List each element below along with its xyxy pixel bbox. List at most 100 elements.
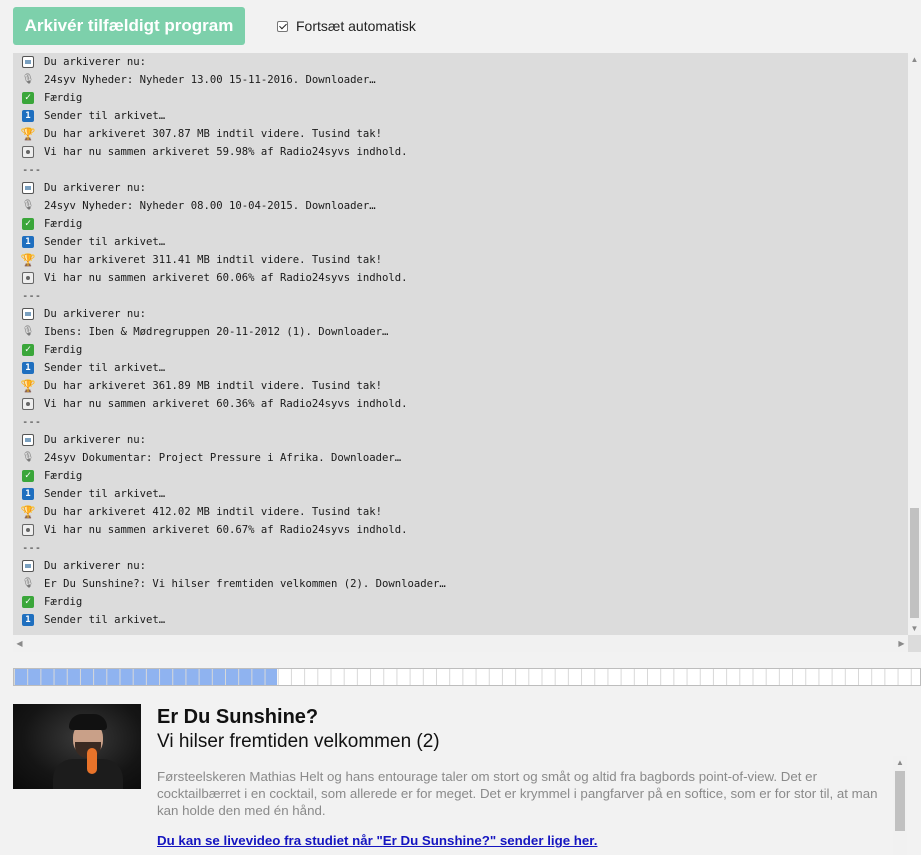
scroll-left-icon[interactable]: ◀ <box>13 635 26 652</box>
log-line-text: Du har arkiveret 412.02 MB indtil videre… <box>44 506 383 518</box>
log-line: 🏆 Du har arkiveret 307.87 MB indtil vider… <box>13 125 908 143</box>
log-line-text: Færdig <box>44 596 83 608</box>
log-line: Vi har nu sammen arkiveret 59.98% af Rad… <box>13 143 908 161</box>
log-line-text: Vi har nu sammen arkiveret 60.06% af Rad… <box>44 272 408 284</box>
microphone-icon: 🎙 <box>21 452 35 463</box>
log-line: Vi har nu sammen arkiveret 60.67% af Rad… <box>13 521 908 539</box>
log-line: 1 Sender til arkivet… <box>13 611 908 629</box>
log-line-text: Færdig <box>44 218 83 230</box>
radio-icon <box>22 398 34 410</box>
log-line: Du arkiverer nu: <box>13 557 908 575</box>
log-line-text: Sender til arkivet… <box>44 614 166 626</box>
log-line: ✓ Færdig <box>13 89 908 107</box>
log-line: ✓ Færdig <box>13 593 908 611</box>
radio-icon <box>22 524 34 536</box>
tv-icon <box>22 308 34 320</box>
scroll-up-icon[interactable]: ▲ <box>893 756 907 769</box>
log-line: Du arkiverer nu: <box>13 305 908 323</box>
program-thumbnail <box>13 704 141 789</box>
progress-segments <box>14 669 920 685</box>
archive-progress-bar <box>13 668 921 686</box>
radio-icon <box>22 272 34 284</box>
log-line: 🏆 Du har arkiveret 311.41 MB indtil vider… <box>13 251 908 269</box>
log-scroll-thumb[interactable] <box>910 508 919 618</box>
description-scroll-thumb[interactable] <box>895 771 905 831</box>
log-line: ✓ Færdig <box>13 467 908 485</box>
microphone-icon: 🎙 <box>21 326 35 337</box>
check-icon: ✓ <box>22 218 34 230</box>
auto-continue-toggle[interactable]: Fortsæt automatisk <box>277 17 416 35</box>
log-line-text: Sender til arkivet… <box>44 110 166 122</box>
auto-continue-label: Fortsæt automatisk <box>296 18 416 34</box>
scroll-right-icon[interactable]: ▶ <box>895 635 908 652</box>
log-line: 🏆 Du har arkiveret 361.89 MB indtil vider… <box>13 377 908 395</box>
check-icon: ✓ <box>22 344 34 356</box>
program-title: Er Du Sunshine? <box>157 706 319 728</box>
microphone-icon: 🎙 <box>21 200 35 211</box>
log-horizontal-scrollbar[interactable]: ◀ ▶ <box>13 635 908 652</box>
microphone-icon: 🎙 <box>21 578 35 589</box>
check-icon: ✓ <box>22 596 34 608</box>
tv-icon <box>22 182 34 194</box>
log-line-text: Færdig <box>44 92 83 104</box>
log-line-text: 24syv Dokumentar: Project Pressure i Afr… <box>44 452 402 464</box>
log-line: 1 Sender til arkivet… <box>13 485 908 503</box>
log-line: 1 Sender til arkivet… <box>13 107 908 125</box>
log-line-text: Du arkiverer nu: <box>44 560 147 572</box>
log-line: Vi har nu sammen arkiveret 60.06% af Rad… <box>13 269 908 287</box>
log-line: 🎙 Ibens: Iben & Mødregruppen 20-11-2012 (… <box>13 323 908 341</box>
program-description: Førsteelskeren Mathias Helt og hans ento… <box>157 769 878 818</box>
number-one-icon: 1 <box>22 488 34 500</box>
tv-icon <box>22 56 34 68</box>
log-line: 1 Sender til arkivet… <box>13 233 908 251</box>
log-line-text: 24syv Nyheder: Nyheder 13.00 15-11-2016.… <box>44 74 376 86</box>
live-video-link[interactable]: Du kan se livevideo fra studiet når "Er … <box>157 833 597 848</box>
log-line-text: Sender til arkivet… <box>44 236 166 248</box>
log-vertical-scrollbar[interactable]: ▲ ▼ <box>908 53 921 635</box>
archive-random-program-button[interactable]: Arkivér tilfældigt program <box>13 7 245 45</box>
log-line-text: Du arkiverer nu: <box>44 182 147 194</box>
log-line: 🎙 Er Du Sunshine?: Vi hilser fremtiden ve… <box>13 575 908 593</box>
log-line-text: Du har arkiveret 307.87 MB indtil videre… <box>44 128 383 140</box>
episode-title: Vi hilser fremtiden velkommen (2) <box>157 731 440 752</box>
log-line-text: Vi har nu sammen arkiveret 60.36% af Rad… <box>44 398 408 410</box>
log-line: Du arkiverer nu: <box>13 179 908 197</box>
log-line: ✓ Færdig <box>13 341 908 359</box>
log-line: 🎙 24syv Dokumentar: Project Pressure i Af… <box>13 449 908 467</box>
log-line-text: Er Du Sunshine?: Vi hilser fremtiden vel… <box>44 578 446 590</box>
microphone-icon: 🎙 <box>21 74 35 85</box>
log-separator: --- <box>22 416 42 428</box>
log-line-text: Du arkiverer nu: <box>44 308 147 320</box>
scrollbar-corner <box>908 635 921 652</box>
log-line: 🎙 24syv Nyheder: Nyheder 13.00 15-11-2016… <box>13 71 908 89</box>
log-line-text: Færdig <box>44 470 83 482</box>
number-one-icon: 1 <box>22 614 34 626</box>
log-line: ✓ Færdig <box>13 215 908 233</box>
description-scrollbar[interactable]: ▲ <box>893 756 907 855</box>
archive-log-panel[interactable]: Du arkiverer nu: 🎙 24syv Nyheder: Nyheder … <box>13 53 921 652</box>
number-one-icon: 1 <box>22 110 34 122</box>
log-separator: --- <box>22 290 42 302</box>
radio-icon <box>22 146 34 158</box>
log-line: Du arkiverer nu: <box>13 431 908 449</box>
scroll-down-icon[interactable]: ▼ <box>908 622 921 635</box>
tv-icon <box>22 560 34 572</box>
scroll-up-icon[interactable]: ▲ <box>908 53 921 66</box>
log-line-text: Sender til arkivet… <box>44 362 166 374</box>
log-line-text: Færdig <box>44 344 83 356</box>
log-separator: --- <box>22 164 42 176</box>
log-line: Du arkiverer nu: <box>13 53 908 71</box>
trophy-icon: 🏆 <box>20 505 36 519</box>
log-line-text: Ibens: Iben & Mødregruppen 20-11-2012 (1… <box>44 326 389 338</box>
auto-continue-checkbox[interactable] <box>277 20 288 32</box>
trophy-icon: 🏆 <box>20 253 36 267</box>
log-line-text: Sender til arkivet… <box>44 488 166 500</box>
log-line-text: Vi har nu sammen arkiveret 59.98% af Rad… <box>44 146 408 158</box>
log-line: 🏆 Du har arkiveret 412.02 MB indtil vider… <box>13 503 908 521</box>
check-icon: ✓ <box>22 470 34 482</box>
log-line: 1 Sender til arkivet… <box>13 359 908 377</box>
log-line: Vi har nu sammen arkiveret 60.36% af Rad… <box>13 395 908 413</box>
trophy-icon: 🏆 <box>20 379 36 393</box>
check-icon: ✓ <box>22 92 34 104</box>
number-one-icon: 1 <box>22 362 34 374</box>
